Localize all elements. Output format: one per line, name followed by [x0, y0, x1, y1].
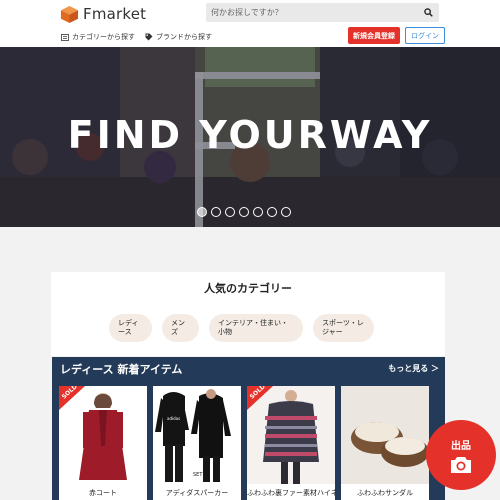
sell-button-label: 出品	[451, 441, 471, 452]
carousel-dot-6[interactable]	[267, 207, 277, 217]
product-image-fluffy-sandals	[341, 386, 429, 484]
product-list: SOLD 赤コート adidas SET アディダスパーカー SOLD ふわふわ…	[59, 386, 429, 500]
logo-text: Fmarket	[83, 5, 147, 23]
new-items-title: レディース 新着アイテム	[60, 363, 183, 376]
product-name: ふわふわサンダル	[357, 489, 413, 497]
logo-cube-icon	[60, 5, 79, 23]
header-nav: カテゴリーから探す ブランドから探す	[61, 31, 222, 43]
logo[interactable]: Fmarket	[60, 3, 146, 25]
carousel-dot-4[interactable]	[239, 207, 249, 217]
see-more-link[interactable]: もっと見る ＞	[388, 363, 439, 374]
carousel-dot-3[interactable]	[225, 207, 235, 217]
sold-badge: SOLD	[247, 386, 273, 410]
sell-button[interactable]: 出品	[426, 420, 496, 490]
svg-text:SET: SET	[193, 472, 203, 478]
product-image-adidas-hoodie: adidas SET	[153, 386, 241, 484]
header: Fmarket カテゴリーから探す ブランドから探す 新	[0, 0, 500, 47]
product-card[interactable]: SOLD 赤コート	[59, 386, 147, 500]
new-items-section: レディース 新着アイテム もっと見る ＞ SOLD 赤コート adidas SE…	[52, 357, 445, 500]
hero-title: FIND YOURWAY	[67, 113, 433, 157]
category-chip-ladies[interactable]: レディース	[109, 314, 152, 342]
nav-brand-label: ブランドから探す	[156, 33, 212, 41]
list-icon	[61, 33, 69, 41]
search-button[interactable]	[421, 5, 436, 20]
carousel-dot-5[interactable]	[253, 207, 263, 217]
product-card[interactable]: ふわふわサンダル	[341, 386, 429, 500]
tag-icon	[145, 33, 153, 41]
camera-icon	[451, 457, 471, 473]
login-button[interactable]: ログイン	[405, 27, 445, 44]
hero-banner[interactable]: FIND YOURWAY	[0, 47, 500, 227]
product-name: アディダスパーカー	[165, 489, 229, 497]
categories-title: 人気のカテゴリー	[204, 282, 292, 295]
carousel-dots	[197, 207, 291, 217]
nav-category-link[interactable]: カテゴリーから探す	[61, 32, 135, 42]
category-chip-interior[interactable]: インテリア・住まい・小物	[209, 314, 303, 342]
category-chip-mens[interactable]: メンズ	[162, 314, 199, 342]
signup-button[interactable]: 新規会員登録	[348, 27, 400, 44]
search-icon	[424, 8, 433, 17]
category-chip-sports[interactable]: スポーツ・レジャー	[313, 314, 374, 342]
product-name: ふわふわ裏ファー素材ハイネックプルオーバー	[247, 489, 335, 497]
product-name: 赤コート	[89, 489, 117, 497]
sold-badge: SOLD	[59, 386, 85, 410]
svg-text:adidas: adidas	[167, 416, 180, 421]
carousel-dot-1[interactable]	[197, 207, 207, 217]
carousel-dot-7[interactable]	[281, 207, 291, 217]
category-chips: レディース メンズ インテリア・住まい・小物 スポーツ・レジャー	[109, 314, 374, 342]
search-input[interactable]	[211, 5, 411, 20]
carousel-dot-2[interactable]	[211, 207, 221, 217]
nav-category-label: カテゴリーから探す	[72, 33, 135, 41]
product-card[interactable]: adidas SET アディダスパーカー	[153, 386, 241, 500]
nav-brand-link[interactable]: ブランドから探す	[145, 32, 212, 42]
search-bar	[206, 3, 439, 22]
product-card[interactable]: SOLD ふわふわ裏ファー素材ハイネックプルオーバー	[247, 386, 335, 500]
popular-categories: 人気のカテゴリー レディース メンズ インテリア・住まい・小物 スポーツ・レジャ…	[51, 272, 445, 356]
